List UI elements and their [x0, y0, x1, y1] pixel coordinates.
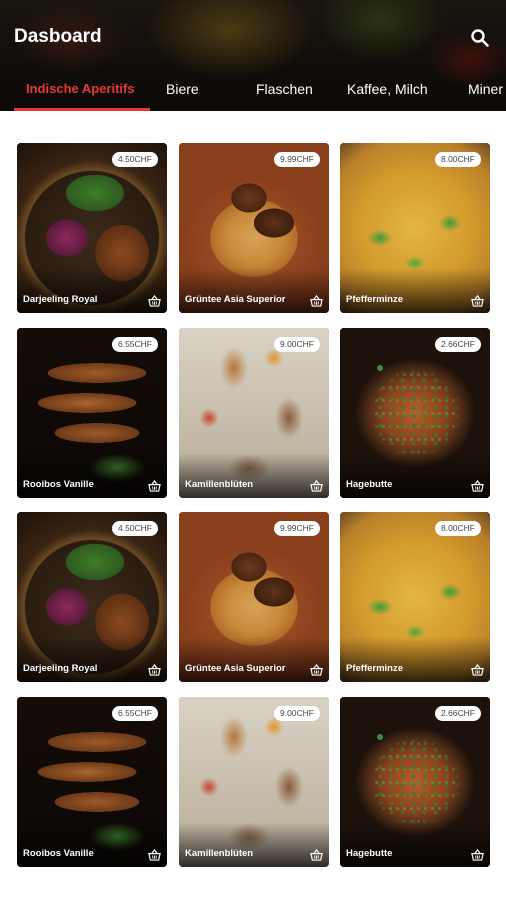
product-card[interactable]: 9.99CHF Grüntee Asia Superior: [179, 512, 329, 682]
product-name: Kamillenblüten: [185, 848, 254, 859]
basket-icon[interactable]: [310, 295, 323, 307]
product-card[interactable]: 9.00CHF Kamillenblüten: [179, 328, 329, 498]
product-name: Darjeeling Royal: [23, 663, 98, 674]
tab-miner[interactable]: Miner: [468, 81, 503, 97]
product-card[interactable]: 8.00CHF Pfefferminze: [340, 143, 490, 313]
price-badge: 4.50CHF: [111, 521, 158, 536]
price-badge: 6.55CHF: [111, 337, 158, 352]
product-card[interactable]: 9.00CHF Kamillenblüten: [179, 697, 329, 867]
search-icon[interactable]: [470, 28, 490, 48]
basket-icon[interactable]: [471, 849, 484, 861]
header: Dasboard Indische Aperitifs Biere Flasch…: [0, 0, 506, 111]
product-name: Hagebutte: [346, 479, 393, 490]
basket-icon[interactable]: [471, 295, 484, 307]
product-name: Rooibos Vanille: [23, 479, 94, 490]
basket-icon[interactable]: [471, 664, 484, 676]
product-card[interactable]: 4.50CHF Darjeeling Royal: [17, 512, 167, 682]
product-card[interactable]: 9.99CHF Grüntee Asia Superior: [179, 143, 329, 313]
product-card[interactable]: 2.66CHF Hagebutte: [340, 328, 490, 498]
product-card[interactable]: 4.50CHF Darjeeling Royal: [17, 143, 167, 313]
basket-icon[interactable]: [310, 480, 323, 492]
basket-icon[interactable]: [148, 849, 161, 861]
product-name: Grüntee Asia Superior: [185, 294, 286, 305]
price-badge: 4.50CHF: [111, 152, 158, 167]
product-name: Darjeeling Royal: [23, 294, 98, 305]
basket-icon[interactable]: [471, 480, 484, 492]
product-card[interactable]: 8.00CHF Pfefferminze: [340, 512, 490, 682]
basket-icon[interactable]: [310, 664, 323, 676]
page-title: Dasboard: [14, 26, 102, 47]
price-badge: 2.66CHF: [434, 337, 481, 352]
active-tab-indicator: [14, 108, 150, 111]
basket-icon[interactable]: [310, 849, 323, 861]
product-card[interactable]: 6.55CHF Rooibos Vanille: [17, 328, 167, 498]
product-name: Hagebutte: [346, 848, 393, 859]
product-name: Rooibos Vanille: [23, 848, 94, 859]
price-badge: 9.99CHF: [273, 152, 320, 167]
price-badge: 9.00CHF: [273, 706, 320, 721]
price-badge: 2.66CHF: [434, 706, 481, 721]
price-badge: 9.00CHF: [273, 337, 320, 352]
price-badge: 9.99CHF: [273, 521, 320, 536]
tab-biere[interactable]: Biere: [166, 81, 199, 97]
product-name: Kamillenblüten: [185, 479, 254, 490]
product-card[interactable]: 2.66CHF Hagebutte: [340, 697, 490, 867]
basket-icon[interactable]: [148, 664, 161, 676]
product-name: Pfefferminze: [346, 663, 404, 674]
tab-kaffee-milch[interactable]: Kaffee, Milch: [347, 81, 428, 97]
price-badge: 8.00CHF: [434, 521, 481, 536]
basket-icon[interactable]: [148, 480, 161, 492]
product-name: Grüntee Asia Superior: [185, 663, 286, 674]
product-name: Pfefferminze: [346, 294, 404, 305]
price-badge: 8.00CHF: [434, 152, 481, 167]
tab-flaschen[interactable]: Flaschen: [256, 81, 313, 97]
price-badge: 6.55CHF: [111, 706, 158, 721]
product-card[interactable]: 6.55CHF Rooibos Vanille: [17, 697, 167, 867]
tab-indische-aperitifs[interactable]: Indische Aperitifs: [26, 81, 135, 96]
basket-icon[interactable]: [148, 295, 161, 307]
category-tabs: Indische Aperitifs Biere Flaschen Kaffee…: [0, 78, 506, 111]
